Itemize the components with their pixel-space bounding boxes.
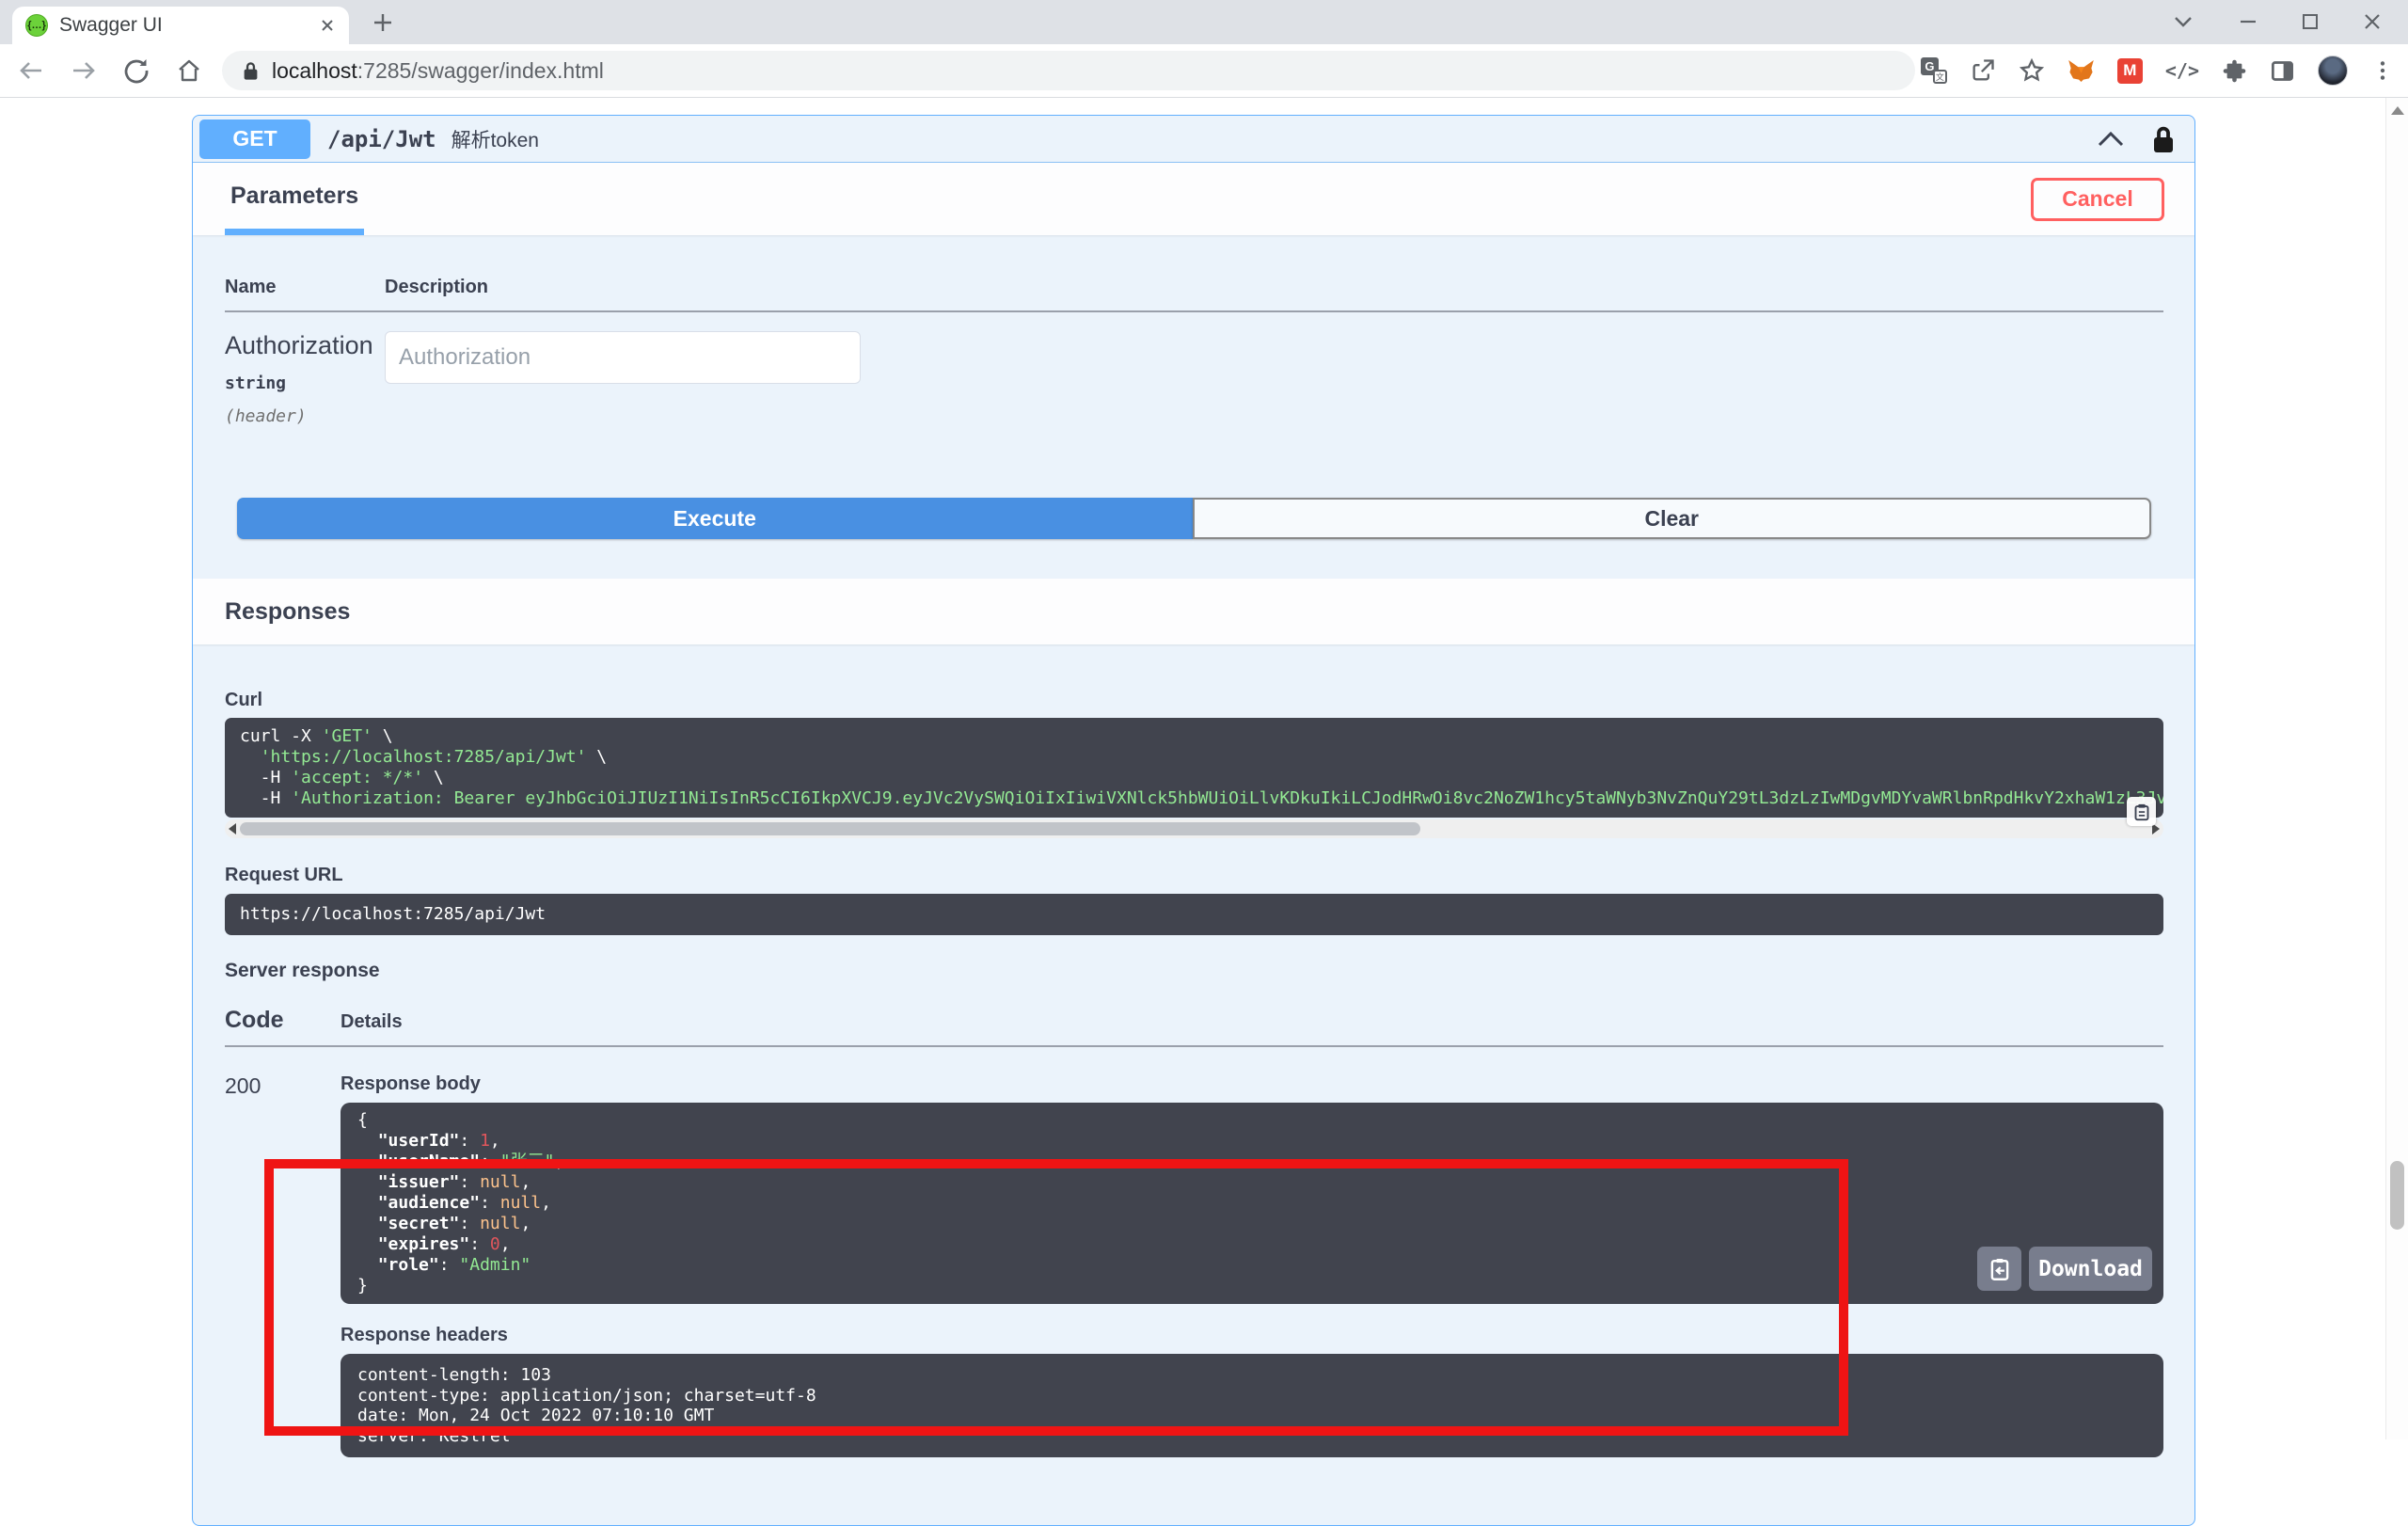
back-icon[interactable] — [17, 56, 45, 85]
parameters-body: Name Description Authorization string (h… — [193, 277, 2194, 539]
request-url-value: https://localhost:7285/api/Jwt — [225, 894, 2163, 935]
parameters-table-head: Name Description — [225, 277, 2163, 312]
minimize-icon[interactable] — [2231, 8, 2265, 36]
endpoint-summary: 解析token — [451, 129, 539, 151]
swagger-page: GET /api/Jwt 解析token Parameters Cancel N… — [0, 98, 2408, 1526]
devtools-code-icon[interactable]: </> — [2165, 59, 2199, 82]
vertical-scroll-thumb[interactable] — [2390, 1161, 2404, 1230]
sidebar-icon[interactable] — [2270, 58, 2295, 84]
auth-lock-icon[interactable] — [2151, 124, 2176, 154]
extensions-puzzle-icon[interactable] — [2222, 58, 2247, 84]
parameters-section-header: Parameters Cancel — [193, 163, 2194, 235]
response-headers-label: Response headers — [341, 1325, 508, 1345]
home-icon[interactable] — [175, 56, 203, 85]
url-text: localhost:7285/swagger/index.html — [272, 57, 604, 83]
request-url-label: Request URL — [225, 865, 343, 885]
authorization-input[interactable] — [385, 331, 861, 384]
execute-row: Execute Clear — [237, 498, 2151, 539]
response-headers-block: content-length: 103 content-type: applica… — [341, 1354, 2163, 1457]
method-badge: GET — [199, 119, 310, 159]
response-row: 200 Response body { "userId": 1, "userNa… — [225, 1062, 2163, 1457]
col-details-header: Details — [341, 1011, 403, 1032]
cancel-button[interactable]: Cancel — [2031, 177, 2164, 221]
new-tab-button[interactable] — [369, 8, 397, 37]
col-code-header: Code — [225, 1007, 284, 1033]
endpoint-header[interactable]: GET /api/Jwt 解析token — [193, 116, 2194, 163]
clear-button[interactable]: Clear — [1192, 498, 2151, 539]
metamask-icon[interactable] — [2067, 57, 2095, 85]
response-table-head: Code Details — [225, 1007, 2163, 1047]
tab-close-icon[interactable] — [319, 17, 336, 34]
copy-response-button[interactable] — [1977, 1247, 2021, 1291]
responses-section-header: Responses — [193, 579, 2194, 644]
swagger-favicon: {…} — [25, 14, 48, 37]
parameter-type: string — [225, 374, 287, 393]
endpoint-path: /api/Jwt — [327, 125, 436, 152]
translate-icon[interactable]: G文 — [1920, 57, 1947, 84]
col-name-header: Name — [225, 277, 277, 297]
copy-curl-button[interactable] — [2127, 797, 2156, 826]
curl-horizontal-scrollbar[interactable] — [225, 819, 2163, 838]
server-response-label: Server response — [225, 960, 380, 981]
curl-label: Curl — [225, 690, 262, 710]
responses-title: Responses — [225, 597, 351, 625]
ssl-lock-icon[interactable] — [243, 60, 259, 81]
tab-parameters[interactable]: Parameters — [225, 163, 365, 235]
maximize-icon[interactable] — [2293, 8, 2327, 36]
responses-body: Curl curl -X 'GET' \ 'https://localhost:… — [193, 690, 2194, 1457]
execute-button[interactable]: Execute — [237, 498, 1193, 539]
curl-wrap: curl -X 'GET' \ 'https://localhost:7285/… — [225, 718, 2163, 838]
url-bar[interactable]: localhost:7285/swagger/index.html — [222, 51, 1915, 90]
parameter-name: Authorization — [225, 331, 373, 359]
scroll-up-arrow-icon[interactable] — [2391, 106, 2404, 115]
download-button[interactable]: Download — [2029, 1247, 2152, 1291]
status-code: 200 — [225, 1073, 261, 1098]
opblock-get-jwt: GET /api/Jwt 解析token Parameters Cancel N… — [192, 115, 2195, 1526]
scroll-left-arrow-icon[interactable] — [229, 823, 236, 835]
tab-search-chevron-icon[interactable] — [2166, 8, 2200, 36]
horizontal-scroll-thumb[interactable] — [240, 822, 1420, 835]
reload-icon[interactable] — [122, 56, 150, 85]
response-body-json: { "userId": 1, "userName": "张三", "issuer… — [357, 1110, 565, 1296]
share-icon[interactable] — [1970, 57, 1996, 84]
page-vertical-scrollbar[interactable] — [2385, 98, 2408, 1439]
collapse-chevron-icon[interactable] — [2097, 131, 2125, 147]
parameter-row: Authorization string (header) — [225, 331, 2163, 426]
col-description-header: Description — [385, 277, 489, 297]
parameter-location: (header) — [225, 406, 307, 426]
response-body-label: Response body — [341, 1073, 481, 1094]
profile-avatar[interactable] — [2318, 56, 2348, 86]
browser-menu-icon[interactable] — [2370, 58, 2395, 83]
bookmark-star-icon[interactable] — [2019, 57, 2045, 84]
curl-command: curl -X 'GET' \ 'https://localhost:7285/… — [225, 718, 2163, 818]
gmail-icon[interactable]: M — [2116, 57, 2143, 84]
tab-title: Swagger UI — [59, 14, 163, 36]
forward-icon[interactable] — [70, 56, 98, 85]
browser-toolbar: localhost:7285/swagger/index.html G文 M <… — [0, 44, 2408, 98]
window-close-icon[interactable] — [2355, 8, 2389, 36]
browser-tab-bar: {…} Swagger UI — [0, 0, 2408, 44]
response-body-block: { "userId": 1, "userName": "张三", "issuer… — [341, 1103, 2163, 1304]
browser-tab[interactable]: {…} Swagger UI — [12, 7, 349, 44]
